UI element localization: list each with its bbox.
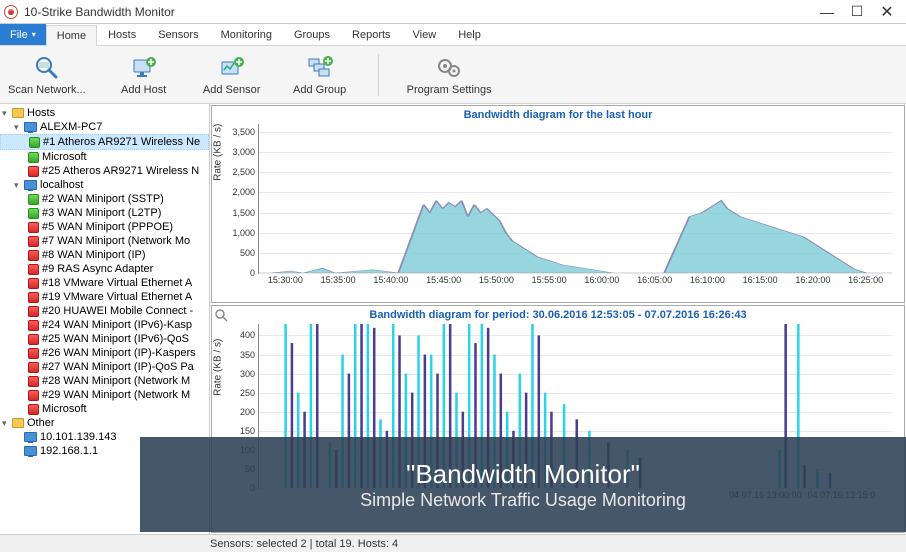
tree-sensor[interactable]: #29 WAN Miniport (Network M bbox=[0, 388, 209, 402]
zoom-icon[interactable] bbox=[214, 308, 228, 322]
ribbon: Scan Network... Add Host Add Sensor Add … bbox=[0, 46, 906, 104]
tab-hosts[interactable]: Hosts bbox=[97, 24, 147, 45]
tree-sensor[interactable]: #24 WAN Miniport (IPv6)-Kasp bbox=[0, 318, 209, 332]
close-button[interactable]: ✕ bbox=[872, 1, 902, 23]
add-sensor-button[interactable]: Add Sensor bbox=[202, 54, 262, 96]
gear-icon bbox=[435, 54, 463, 82]
chart-title: Bandwidth diagram for period: 30.06.2016… bbox=[212, 306, 904, 324]
statusbar: Sensors: selected 2 | total 19. Hosts: 4 bbox=[0, 534, 906, 552]
ribbon-label: Add Host bbox=[121, 84, 166, 96]
add-group-button[interactable]: Add Group bbox=[290, 54, 350, 96]
titlebar: 10-Strike Bandwidth Monitor — ☐ ✕ bbox=[0, 0, 906, 24]
ribbon-divider bbox=[378, 54, 379, 96]
ribbon-label: Add Sensor bbox=[203, 84, 260, 96]
statusbar-text: Sensors: selected 2 | total 19. Hosts: 4 bbox=[210, 538, 398, 550]
add-group-icon bbox=[306, 54, 334, 82]
ribbon-label: Program Settings bbox=[407, 84, 492, 96]
tab-view[interactable]: View bbox=[402, 24, 448, 45]
chart-title: Bandwidth diagram for the last hour bbox=[212, 106, 904, 124]
tree-sensor[interactable]: #20 HUAWEI Mobile Connect - bbox=[0, 304, 209, 318]
overlay-title: "Bandwidth Monitor" bbox=[406, 459, 640, 490]
scan-network-icon bbox=[33, 54, 61, 82]
scan-network-button[interactable]: Scan Network... bbox=[8, 54, 86, 96]
tree-sensor[interactable]: #27 WAN Miniport (IP)-QoS Pa bbox=[0, 360, 209, 374]
tree-host[interactable]: ▾localhost bbox=[0, 178, 209, 192]
window-title: 10-Strike Bandwidth Monitor bbox=[24, 5, 812, 19]
tree-sensor[interactable]: #25 WAN Miniport (IPv6)-QoS bbox=[0, 332, 209, 346]
tree-sensor[interactable]: #1 Atheros AR9271 Wireless Ne bbox=[0, 134, 209, 150]
tree-sensor[interactable]: #28 WAN Miniport (Network M bbox=[0, 374, 209, 388]
tab-sensors[interactable]: Sensors bbox=[147, 24, 209, 45]
tree-root-other[interactable]: ▾Other bbox=[0, 416, 209, 430]
maximize-button[interactable]: ☐ bbox=[842, 1, 872, 23]
tree-sensor[interactable]: #19 VMware Virtual Ethernet A bbox=[0, 290, 209, 304]
file-menu[interactable]: File bbox=[0, 24, 46, 45]
tree-sensor[interactable]: Microsoft bbox=[0, 402, 209, 416]
minimize-button[interactable]: — bbox=[812, 1, 842, 23]
program-settings-button[interactable]: Program Settings bbox=[407, 54, 492, 96]
tab-monitoring[interactable]: Monitoring bbox=[210, 24, 283, 45]
tree-sensor[interactable]: #9 RAS Async Adapter bbox=[0, 262, 209, 276]
tree-sensor[interactable]: #8 WAN Miniport (IP) bbox=[0, 248, 209, 262]
tab-groups[interactable]: Groups bbox=[283, 24, 341, 45]
tree-sensor[interactable]: #18 VMware Virtual Ethernet A bbox=[0, 276, 209, 290]
tree-sensor[interactable]: #7 WAN Miniport (Network Mo bbox=[0, 234, 209, 248]
tree-root-hosts[interactable]: ▾Hosts bbox=[0, 106, 209, 120]
menubar: File HomeHostsSensorsMonitoringGroupsRep… bbox=[0, 24, 906, 46]
tree-sensor[interactable]: #2 WAN Miniport (SSTP) bbox=[0, 192, 209, 206]
app-icon bbox=[4, 5, 18, 19]
promo-overlay: "Bandwidth Monitor" Simple Network Traff… bbox=[140, 437, 906, 532]
overlay-subtitle: Simple Network Traffic Usage Monitoring bbox=[360, 490, 686, 511]
tree-sensor[interactable]: Microsoft bbox=[0, 150, 209, 164]
tree-sensor[interactable]: #5 WAN Miniport (PPPOE) bbox=[0, 220, 209, 234]
tab-reports[interactable]: Reports bbox=[341, 24, 402, 45]
tab-home[interactable]: Home bbox=[46, 25, 97, 46]
tree-sensor[interactable]: #26 WAN Miniport (IP)-Kaspers bbox=[0, 346, 209, 360]
chart-last-hour: Bandwidth diagram for the last hour Rate… bbox=[211, 105, 905, 303]
ribbon-label: Add Group bbox=[293, 84, 346, 96]
add-host-button[interactable]: Add Host bbox=[114, 54, 174, 96]
add-sensor-icon bbox=[218, 54, 246, 82]
chart-plot-area: 05001,0001,5002,0002,5003,0003,50015:30:… bbox=[258, 124, 892, 274]
tab-help[interactable]: Help bbox=[447, 24, 492, 45]
tree-sensor[interactable]: #25 Atheros AR9271 Wireless N bbox=[0, 164, 209, 178]
tree-host[interactable]: ▾ALEXM-PC7 bbox=[0, 120, 209, 134]
chart-ylabel: Rate (KB / s) bbox=[213, 124, 224, 181]
chart-ylabel: Rate (KB / s) bbox=[213, 339, 224, 396]
add-host-icon bbox=[130, 54, 158, 82]
tree-sensor[interactable]: #3 WAN Miniport (L2TP) bbox=[0, 206, 209, 220]
ribbon-label: Scan Network... bbox=[8, 84, 86, 96]
window-controls: — ☐ ✕ bbox=[812, 1, 902, 23]
